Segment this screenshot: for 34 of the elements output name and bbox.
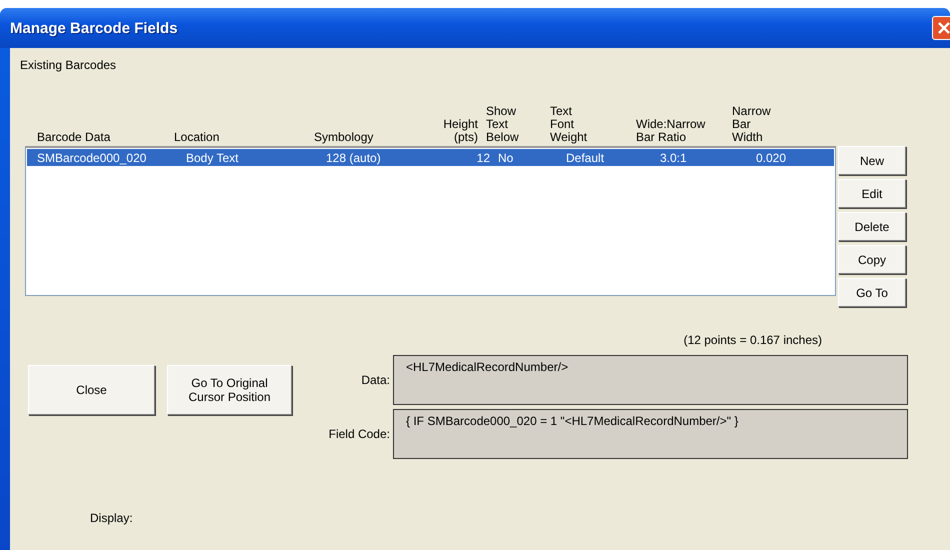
readonly-field: <HL7MedicalRecordNumber/>	[393, 355, 908, 405]
table-cell-text: 0.020	[755, 150, 788, 164]
side-button[interactable]: Edit	[838, 179, 906, 208]
close-icon	[938, 22, 950, 34]
field-label: Data:	[360, 373, 390, 387]
display-label: Display:	[90, 511, 133, 525]
side-button[interactable]: Delete	[838, 212, 906, 241]
table-cell-text: SMBarcode000_020	[36, 150, 148, 164]
side-button[interactable]: Copy	[838, 245, 906, 274]
side-button[interactable]: New	[838, 146, 906, 175]
window-title: Manage Barcode Fields	[10, 20, 178, 36]
readonly-field: { IF SMBarcode000_020 = 1 "<HL7MedicalRecordNumber/>" }	[393, 409, 908, 459]
column-header: Show Text Below	[485, 105, 520, 144]
section-label: Existing Barcodes	[20, 58, 116, 72]
table-cell-text: 12	[476, 150, 491, 164]
table-cell-text: No	[497, 150, 514, 164]
column-header: Text Font Weight	[550, 105, 588, 144]
side-button[interactable]: Go To	[838, 278, 906, 307]
table-cell-text: 3.0:1	[659, 150, 688, 164]
action-button[interactable]: Close	[28, 365, 155, 415]
column-header: Location	[174, 131, 220, 144]
column-header: Height (pts)	[442, 118, 478, 144]
table-cell-text: Body Text	[186, 150, 240, 164]
column-header: Symbology	[314, 131, 374, 144]
action-button[interactable]: Go To Original Cursor Position	[167, 365, 292, 415]
table-row[interactable]: SMBarcode000_020 Body Text 128 (auto) 12 No Default 3.0:1 0.020	[27, 149, 834, 166]
column-header: Barcode Data	[36, 131, 112, 144]
window-close-button[interactable]	[932, 16, 950, 40]
table-cell-text: 128 (auto)	[326, 150, 382, 164]
size-note: (12 points = 0.167 inches)	[684, 333, 822, 347]
table-cell-text: Default	[566, 150, 606, 164]
column-header: Narrow Bar Width	[732, 105, 772, 144]
column-header: Wide:Narrow Bar Ratio	[636, 118, 706, 144]
field-label: Field Code:	[328, 427, 390, 441]
